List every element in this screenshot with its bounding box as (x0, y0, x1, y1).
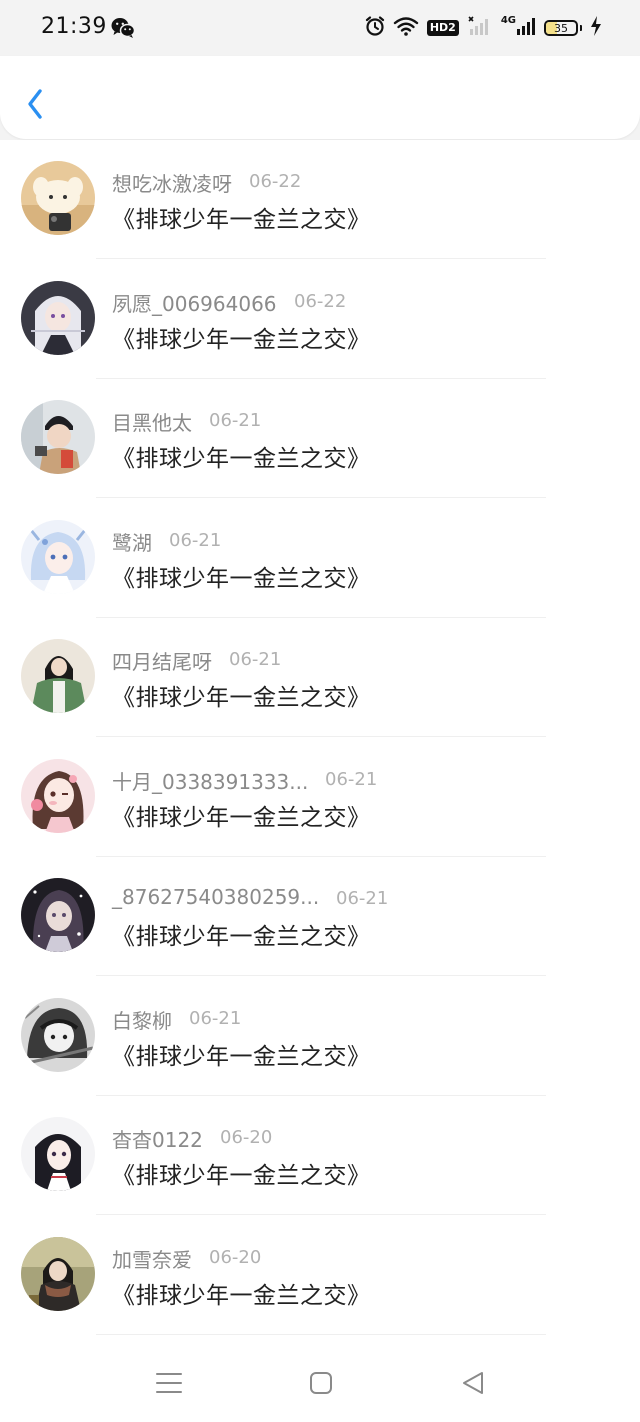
comment-text: 《排球少年一金兰之交》 (112, 207, 371, 233)
list-item[interactable]: 十月_0338391333... 06-21 《排球少年一金兰之交》 (0, 738, 640, 857)
list-item[interactable]: 目黑他太 06-21 《排球少年一金兰之交》 (0, 379, 640, 498)
comment-date: 06-21 (325, 769, 378, 790)
status-time: 21:39 (41, 14, 107, 39)
divider (96, 975, 546, 976)
avatar[interactable] (21, 520, 95, 594)
avatar[interactable] (21, 161, 95, 235)
battery-icon: 35 (544, 20, 578, 36)
charging-icon (590, 15, 602, 41)
comment-date: 06-21 (336, 888, 389, 909)
list-item[interactable]: 夙愿_006964066 06-22 《排球少年一金兰之交》 (0, 260, 640, 379)
list-item[interactable]: _87627540380259... 06-21 《排球少年一金兰之交》 (0, 857, 640, 976)
username[interactable]: 目黑他太 (112, 407, 192, 436)
menu-icon[interactable] (154, 1368, 184, 1398)
comment-list: 想吃冰激凌呀 06-22 《排球少年一金兰之交》 夙愿_006964066 06-22 《… (0, 140, 640, 1340)
comment-text: 《排球少年一金兰之交》 (112, 1044, 371, 1070)
list-item[interactable]: 想吃冰激凌呀 06-22 《排球少年一金兰之交》 (0, 140, 640, 259)
avatar[interactable] (21, 878, 95, 952)
divider (96, 258, 546, 259)
alarm-icon (365, 15, 385, 41)
comment-text: 《排球少年一金兰之交》 (112, 1163, 371, 1189)
comment-text: 《排球少年一金兰之交》 (112, 327, 371, 353)
list-item[interactable]: 加雪奈爱 06-20 《排球少年一金兰之交》 (0, 1216, 640, 1335)
comment-text: 《排球少年一金兰之交》 (112, 805, 371, 831)
divider (96, 497, 546, 498)
divider (96, 1214, 546, 1215)
wifi-icon (393, 16, 419, 40)
nav-header (0, 56, 640, 139)
status-bar: 21:39 HD2 4G 35 (0, 0, 640, 56)
list-item[interactable]: 杳杳0122 06-20 《排球少年一金兰之交》 (0, 1096, 640, 1215)
username[interactable]: 夙愿_006964066 (112, 288, 277, 317)
signal-strength-icon (516, 15, 536, 41)
comment-date: 06-21 (169, 530, 222, 551)
username[interactable]: _87627540380259... (112, 885, 319, 909)
divider (96, 736, 546, 737)
comment-date: 06-21 (189, 1008, 242, 1029)
comment-text: 《排球少年一金兰之交》 (112, 446, 371, 472)
avatar[interactable] (21, 639, 95, 713)
comment-date: 06-20 (209, 1247, 262, 1268)
wechat-icon (110, 16, 136, 40)
status-icons: HD2 4G 35 (365, 14, 602, 42)
username[interactable]: 想吃冰激凌呀 (112, 168, 232, 197)
hd-icon: HD2 (426, 20, 459, 36)
divider (96, 1334, 546, 1335)
comment-text: 《排球少年一金兰之交》 (112, 566, 371, 592)
username[interactable]: 加雪奈爱 (112, 1244, 192, 1273)
home-square-icon[interactable] (306, 1368, 336, 1398)
avatar[interactable] (21, 759, 95, 833)
comment-text: 《排球少年一金兰之交》 (112, 924, 371, 950)
battery-tip (580, 25, 582, 31)
username[interactable]: 白黎柳 (112, 1005, 172, 1034)
battery-level: 35 (554, 21, 568, 35)
chevron-left-icon[interactable] (22, 86, 50, 122)
avatar[interactable] (21, 998, 95, 1072)
network-label: 4G (500, 14, 516, 26)
list-item[interactable]: 白黎柳 06-21 《排球少年一金兰之交》 (0, 977, 640, 1096)
avatar[interactable] (21, 281, 95, 355)
back-triangle-icon[interactable] (458, 1368, 488, 1398)
signal-icon (467, 15, 493, 41)
username[interactable]: 十月_0338391333... (112, 766, 308, 795)
comment-date: 06-20 (220, 1127, 273, 1148)
avatar[interactable] (21, 1117, 95, 1191)
bottom-nav (0, 1340, 640, 1422)
comment-date: 06-21 (229, 649, 282, 670)
username[interactable]: 四月结尾呀 (112, 646, 212, 675)
username[interactable]: 杳杳0122 (112, 1124, 203, 1153)
list-item[interactable]: 四月结尾呀 06-21 《排球少年一金兰之交》 (0, 618, 640, 737)
comment-date: 06-22 (249, 171, 302, 192)
comment-date: 06-22 (294, 291, 347, 312)
comment-text: 《排球少年一金兰之交》 (112, 1283, 371, 1309)
avatar[interactable] (21, 1237, 95, 1311)
avatar[interactable] (21, 400, 95, 474)
comment-text: 《排球少年一金兰之交》 (112, 685, 371, 711)
username[interactable]: 鹭湖 (112, 527, 152, 556)
comment-date: 06-21 (209, 410, 262, 431)
list-item[interactable]: 鹭湖 06-21 《排球少年一金兰之交》 (0, 499, 640, 618)
